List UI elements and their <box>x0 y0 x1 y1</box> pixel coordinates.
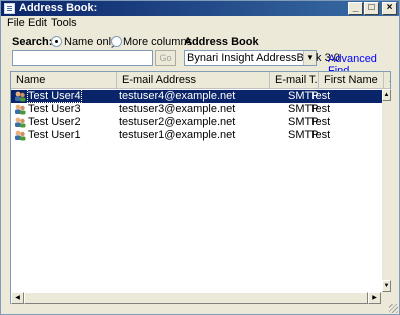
address-book-icon <box>4 3 15 14</box>
vertical-scrollbar[interactable]: ▲ ▼ <box>382 89 391 292</box>
window-title: Address Book: <box>19 2 98 14</box>
table-row[interactable]: Test User1 testuser1@example.net SMTP Te… <box>11 129 382 142</box>
table-row[interactable]: Test User4 testuser4@example.net SMTP Te… <box>11 89 382 103</box>
menu-edit[interactable]: Edit <box>28 17 47 29</box>
more-columns-label[interactable]: More columns <box>123 36 192 48</box>
contact-icon <box>14 91 26 102</box>
resize-grip-icon[interactable] <box>389 304 398 313</box>
contact-icon <box>14 117 26 128</box>
menu-file[interactable]: File <box>7 17 25 29</box>
address-book-label: Address Book <box>184 36 259 48</box>
horizontal-scroll-thumb[interactable] <box>24 292 368 304</box>
column-header-name[interactable]: Name <box>11 72 117 89</box>
scroll-up-icon[interactable]: ▲ <box>382 89 391 101</box>
search-label: Search: <box>12 36 53 48</box>
contacts-list: Name E-mail Address E-mail T... First Na… <box>10 71 391 304</box>
contact-name: Test User4 <box>27 89 82 103</box>
scrollbar-corner <box>382 292 391 304</box>
column-header-email-type[interactable]: E-mail T... <box>270 72 319 89</box>
contact-email: testuser3@example.net <box>119 103 236 115</box>
scroll-down-icon[interactable]: ▼ <box>382 280 391 292</box>
contact-name: Test User3 <box>28 103 81 115</box>
column-header-email[interactable]: E-mail Address <box>117 72 270 89</box>
contact-first-name: Test <box>310 90 331 102</box>
column-header-first-name[interactable]: First Name <box>319 72 384 89</box>
scroll-right-icon[interactable]: ▶ <box>368 292 381 304</box>
contact-email: testuser4@example.net <box>119 90 236 102</box>
address-book-window: Address Book: _ □ × File Edit Tools Sear… <box>0 0 400 315</box>
contact-icon <box>14 130 26 141</box>
contact-icon <box>14 104 26 115</box>
scroll-left-icon[interactable]: ◀ <box>11 292 24 304</box>
chevron-down-icon[interactable]: ▼ <box>303 51 316 65</box>
menu-bar: File Edit Tools <box>1 16 399 30</box>
close-button[interactable]: × <box>382 2 397 15</box>
name-only-radio[interactable] <box>51 36 62 47</box>
search-input[interactable] <box>12 50 153 66</box>
maximize-button[interactable]: □ <box>364 2 379 15</box>
title-bar[interactable]: Address Book: _ □ × <box>1 1 399 16</box>
contact-name: Test User2 <box>28 116 81 128</box>
name-only-label[interactable]: Name only <box>64 36 117 48</box>
address-book-select[interactable]: Bynari Insight AddressBook 3.0 ▼ <box>184 50 340 66</box>
contact-first-name: Test <box>310 116 331 128</box>
contact-first-name: Test <box>310 129 331 141</box>
table-row[interactable]: Test User3 testuser3@example.net SMTP Te… <box>11 103 382 116</box>
more-columns-radio[interactable] <box>111 36 122 47</box>
column-header-more[interactable]: S <box>384 72 390 89</box>
contact-email: testuser1@example.net <box>119 129 236 141</box>
go-button[interactable]: Go <box>155 50 176 66</box>
contact-email: testuser2@example.net <box>119 116 236 128</box>
table-row[interactable]: Test User2 testuser2@example.net SMTP Te… <box>11 116 382 129</box>
minimize-button[interactable]: _ <box>348 2 363 15</box>
menu-tools[interactable]: Tools <box>51 17 77 29</box>
horizontal-scrollbar[interactable]: ◀ ▶ <box>11 292 382 304</box>
contact-name: Test User1 <box>28 129 81 141</box>
contact-first-name: Test <box>310 103 331 115</box>
address-book-select-value: Bynari Insight AddressBook 3.0 <box>187 52 340 64</box>
